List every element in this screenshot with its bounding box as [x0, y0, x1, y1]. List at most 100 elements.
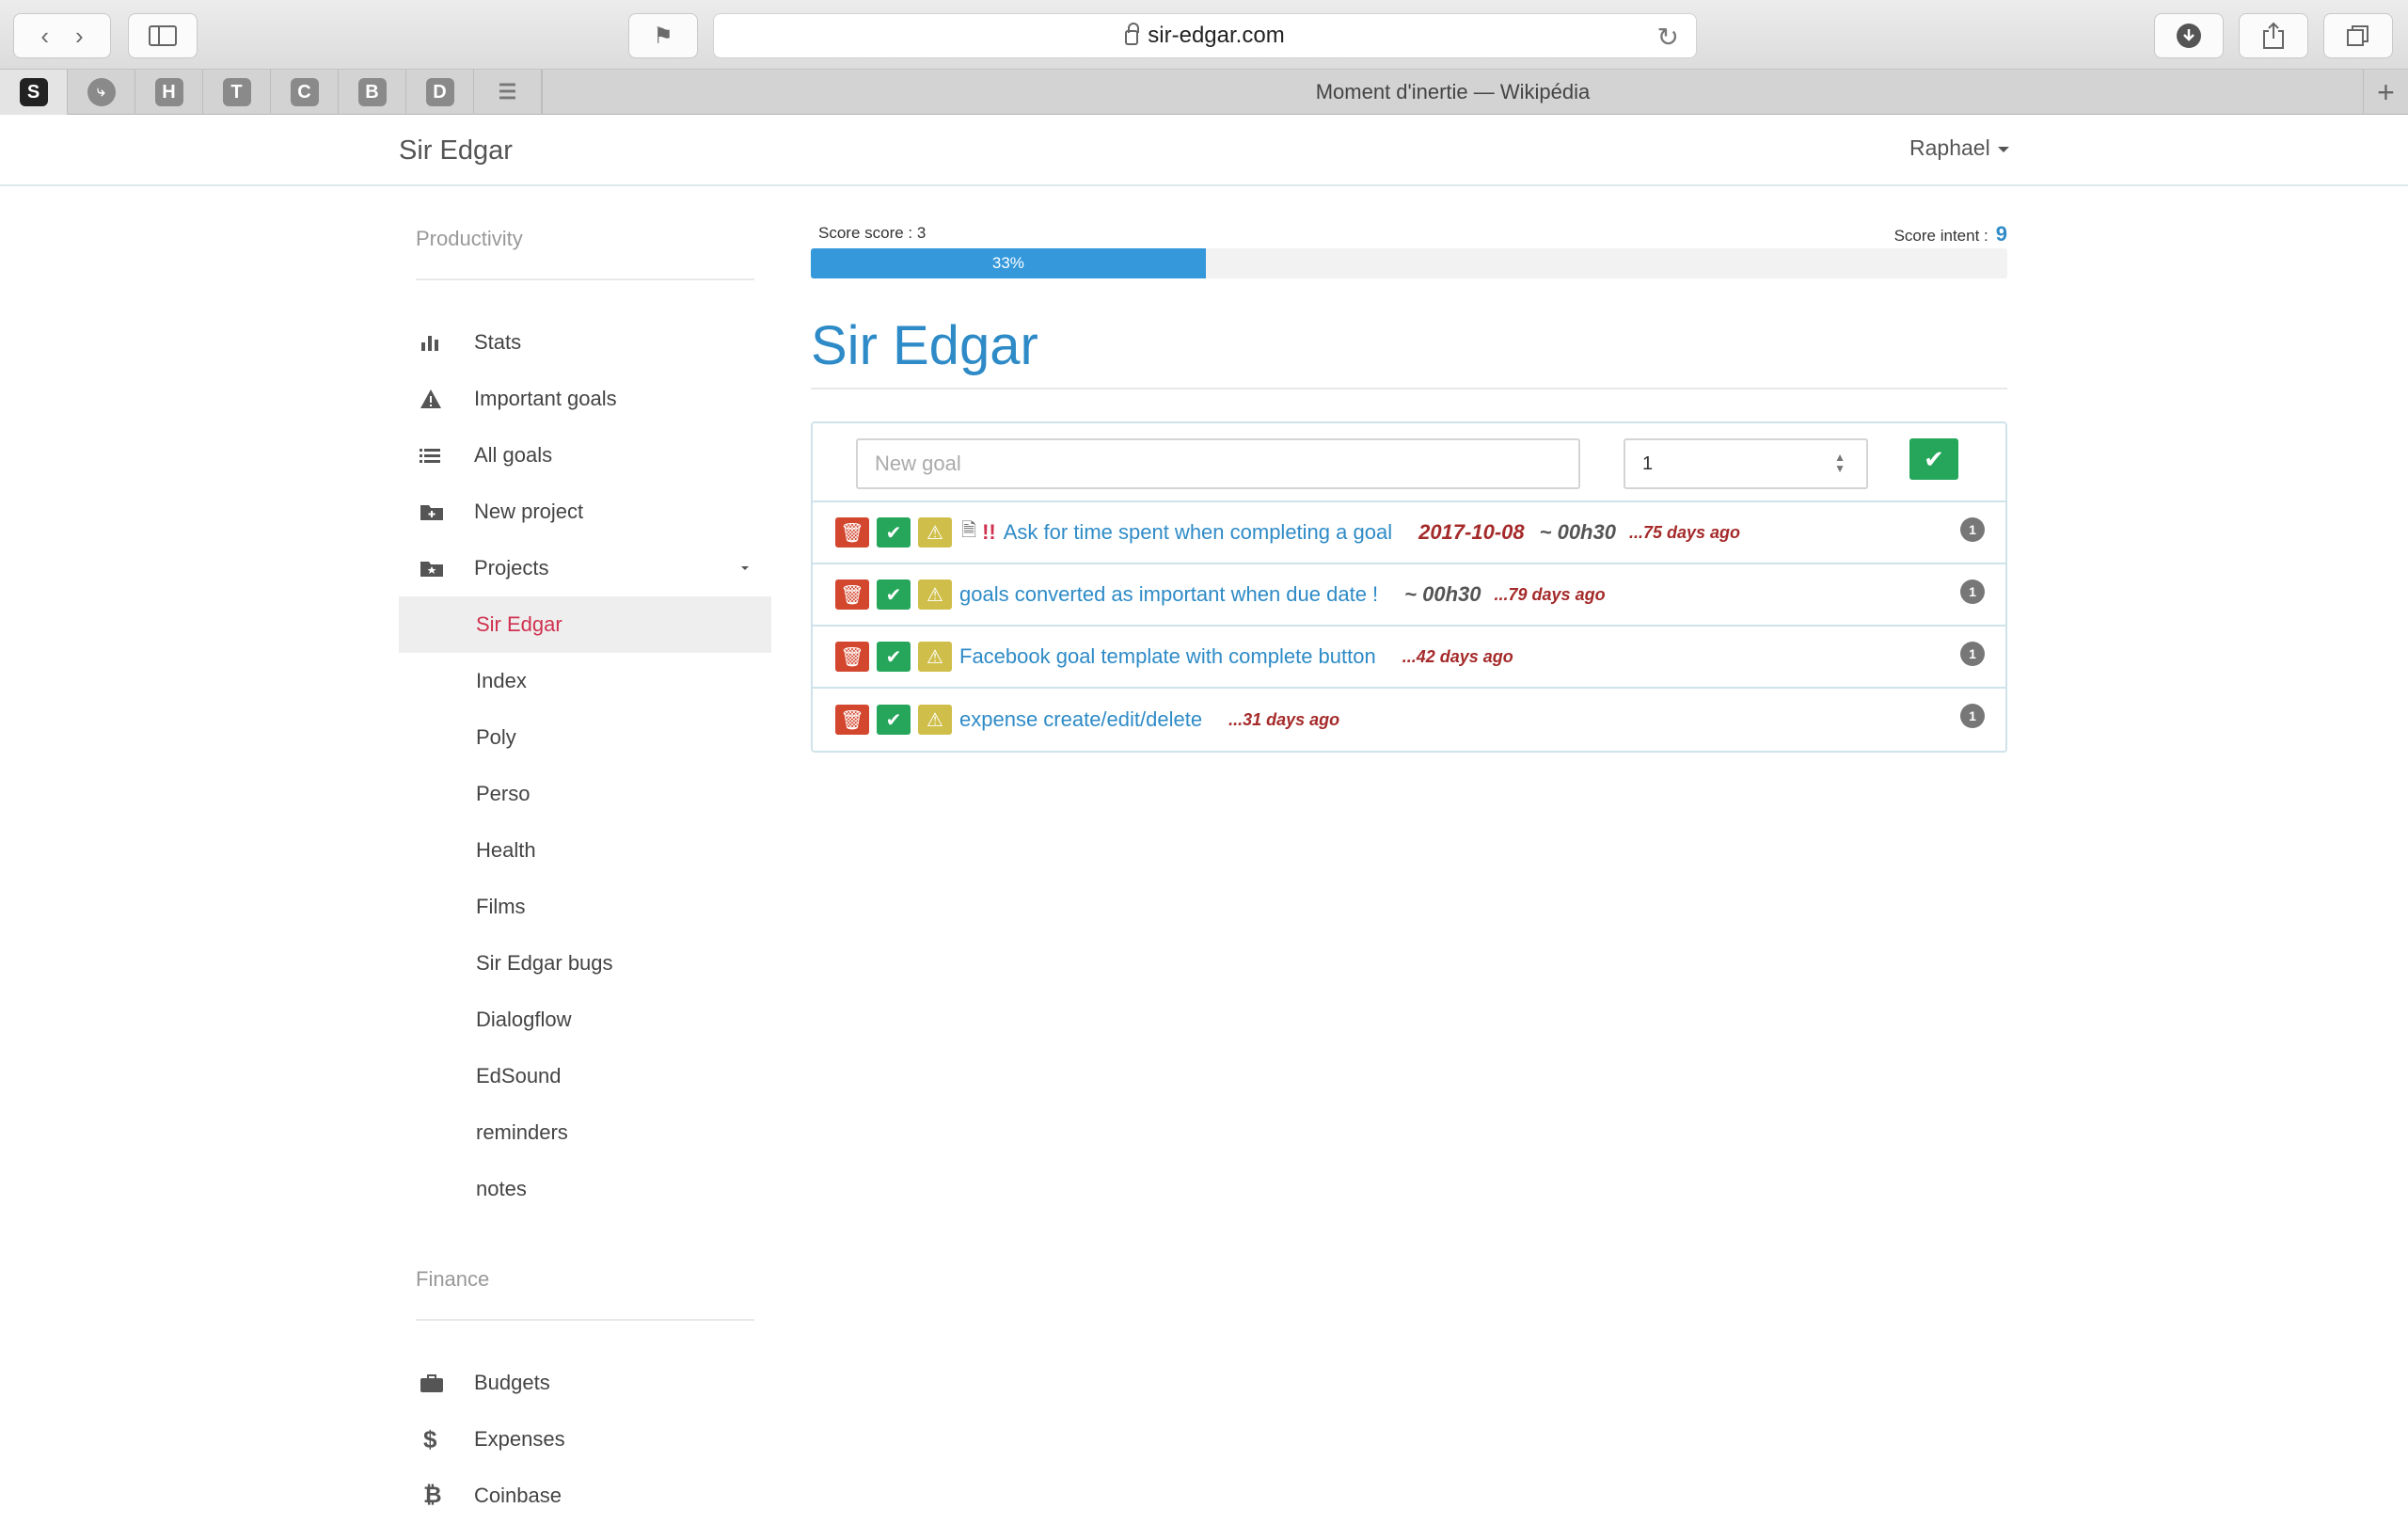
complete-goal-button[interactable]: ✔ — [877, 579, 911, 610]
section-title-productivity: Productivity — [416, 227, 523, 250]
new-goal-input[interactable] — [856, 438, 1580, 489]
page-title: Sir Edgar — [811, 315, 1038, 376]
sidebar-item-budgets[interactable]: Budgets — [399, 1355, 771, 1411]
sidebar-project-index[interactable]: Index — [399, 653, 771, 709]
goal-link[interactable]: Ask for time spent when completing a goa… — [1004, 520, 1392, 545]
pinned-tab-c[interactable]: C — [271, 70, 339, 115]
url-text: sir-edgar.com — [1148, 23, 1285, 48]
pinned-tab-stackoverflow[interactable]: ☰ — [474, 70, 542, 115]
trash-icon: 🗑 — [840, 709, 864, 731]
tabs-overview-button[interactable] — [2323, 13, 2393, 58]
share-icon — [2263, 22, 2284, 49]
goal-link[interactable]: goals converted as important when due da… — [959, 582, 1378, 607]
sidebar-project-notes[interactable]: notes — [399, 1161, 771, 1217]
tabs-icon — [2347, 25, 2368, 46]
delete-goal-button[interactable]: 🗑 — [835, 705, 869, 735]
delete-goal-button[interactable]: 🗑 — [835, 642, 869, 672]
delete-goal-button[interactable]: 🗑 — [835, 517, 869, 548]
add-goal-button[interactable]: ✔ — [1909, 438, 1958, 480]
document-icon: 🗎 — [961, 520, 977, 541]
goal-time-estimate: ~ 00h30 — [1404, 582, 1481, 606]
sidebar-project-edsound[interactable]: EdSound — [399, 1048, 771, 1104]
reload-icon[interactable]: ↻ — [1657, 22, 1679, 53]
trash-icon: 🗑 — [840, 522, 864, 544]
pinned-tab-d[interactable]: D — [406, 70, 474, 115]
back-icon[interactable]: ‹ — [40, 22, 49, 51]
evernote-icon: ⚑ — [653, 23, 673, 49]
new-tab-button[interactable]: + — [2363, 70, 2408, 115]
sidebar-project-dialogflow[interactable]: Dialogflow — [399, 992, 771, 1048]
goal-link[interactable]: Facebook goal template with complete but… — [959, 644, 1376, 669]
warning-icon: ⚠ — [927, 709, 943, 731]
goal-count-badge: 1 — [1960, 642, 1985, 666]
browser-toolbar: ‹ › ⚑ sir-edgar.com ↻ — [0, 0, 2408, 70]
check-icon: ✔ — [885, 709, 902, 731]
goal-link[interactable]: expense create/edit/delete — [959, 707, 1202, 732]
plus-icon: + — [2377, 74, 2395, 109]
important-goal-button[interactable]: ⚠ — [918, 705, 952, 735]
important-goal-button[interactable]: ⚠ — [918, 517, 952, 548]
sidebar-item-new-project[interactable]: New project — [399, 484, 771, 540]
sidebar-icon — [149, 25, 177, 46]
score-intent: Score intent :9 — [1893, 222, 2007, 246]
sidebar-item-important-goals[interactable]: Important goals — [399, 371, 771, 427]
trash-icon: 🗑 — [840, 646, 864, 668]
complete-goal-button[interactable]: ✔ — [877, 642, 911, 672]
sidebar-item-all-goals[interactable]: All goals — [399, 427, 771, 484]
sidebar-toggle-button[interactable] — [128, 13, 198, 58]
check-icon: ✔ — [1924, 444, 1944, 473]
goal-count-badge: 1 — [1960, 517, 1985, 542]
brand-link[interactable]: Sir Edgar — [399, 135, 513, 167]
sidebar-project-films[interactable]: Films — [399, 879, 771, 935]
score-progress: 33% — [811, 248, 2007, 278]
complete-goal-button[interactable]: ✔ — [877, 705, 911, 735]
evernote-button[interactable]: ⚑ — [628, 13, 698, 58]
nav-buttons: ‹ › — [13, 13, 111, 58]
stackoverflow-icon: ☰ — [498, 80, 517, 103]
stepper-arrows-icon[interactable]: ▲ ▼ — [1834, 452, 1846, 474]
active-tab[interactable]: Moment d'inertie — Wikipédia — [542, 70, 2363, 115]
caret-down-icon — [1997, 146, 2009, 152]
share-button[interactable] — [2239, 13, 2308, 58]
sidebar-project-health[interactable]: Health — [399, 822, 771, 879]
goal-count-badge: 1 — [1960, 704, 1985, 728]
warning-icon: ⚠ — [927, 584, 943, 606]
dollar-icon: $ — [423, 1424, 437, 1453]
folder-plus-icon — [420, 505, 443, 520]
delete-goal-button[interactable]: 🗑 — [835, 579, 869, 610]
sidebar-item-coinbase[interactable]: ₿ Coinbase — [399, 1468, 771, 1524]
sidebar-item-projects[interactable]: Projects — [399, 540, 771, 596]
score-intent-value[interactable]: 9 — [1996, 222, 2007, 246]
sidebar-project-sir-edgar[interactable]: Sir Edgar — [399, 596, 771, 653]
sidebar-item-stats[interactable]: Stats — [399, 314, 771, 371]
downloads-button[interactable] — [2154, 13, 2224, 58]
pinned-tab-messenger[interactable]: ⤷ — [68, 70, 135, 115]
goal-row: 🗑 ✔ ⚠ Facebook goal template with comple… — [813, 627, 2005, 689]
address-bar[interactable]: sir-edgar.com ↻ — [713, 13, 1697, 58]
score-label: Score score : 3 — [818, 224, 927, 242]
check-icon: ✔ — [885, 646, 902, 668]
important-goal-button[interactable]: ⚠ — [918, 642, 952, 672]
priority-marker: !! — [982, 520, 996, 544]
goal-row: 🗑 ✔ ⚠ expense create/edit/delete ...31 d… — [813, 689, 2005, 751]
sidebar-project-sir-edgar-bugs[interactable]: Sir Edgar bugs — [399, 935, 771, 992]
sidebar-item-expenses[interactable]: $ Expenses — [399, 1411, 771, 1468]
goals-panel: 1 ▲▼ ✔ 🗑 ✔ ⚠ 🗎 !! Ask for time spent whe… — [811, 421, 2007, 753]
divider — [811, 388, 2007, 389]
download-icon — [2177, 24, 2201, 48]
new-goal-form: 1 ▲▼ ✔ — [813, 423, 2005, 502]
pinned-tab-s[interactable]: S — [0, 70, 68, 115]
pinned-tab-t[interactable]: T — [203, 70, 271, 115]
forward-icon[interactable]: › — [75, 22, 84, 51]
goal-count-badge: 1 — [1960, 579, 1985, 604]
sidebar-project-reminders[interactable]: reminders — [399, 1104, 771, 1161]
sidebar-project-poly[interactable]: Poly — [399, 709, 771, 766]
sidebar-project-perso[interactable]: Perso — [399, 766, 771, 822]
user-menu[interactable]: Raphael — [1909, 135, 2009, 161]
complete-goal-button[interactable]: ✔ — [877, 517, 911, 548]
pinned-tab-b[interactable]: B — [339, 70, 406, 115]
pinned-tab-h[interactable]: H — [135, 70, 203, 115]
goal-age: ...79 days ago — [1494, 584, 1606, 604]
goal-priority-stepper[interactable]: 1 ▲ ▼ — [1624, 438, 1868, 489]
important-goal-button[interactable]: ⚠ — [918, 579, 952, 610]
